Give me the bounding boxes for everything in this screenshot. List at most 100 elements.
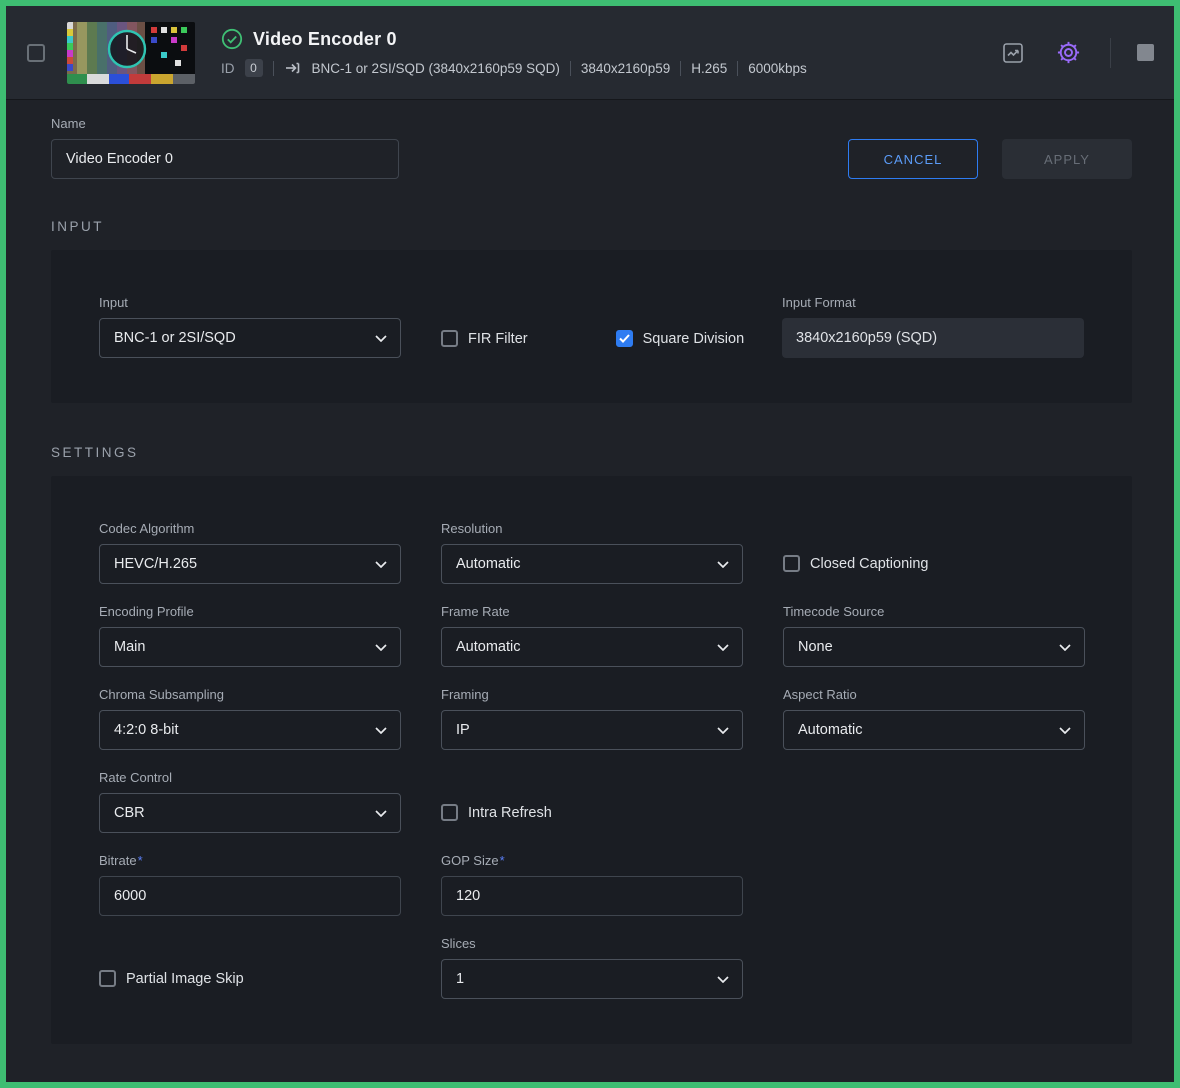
timecode-source-value: None xyxy=(798,639,833,655)
input-field-group: Input BNC-1 or 2SI/SQD xyxy=(99,295,401,358)
statistics-button[interactable] xyxy=(999,39,1027,67)
status-ok-icon xyxy=(221,28,243,50)
rate-control-select[interactable]: CBR xyxy=(99,793,401,833)
input-format-group: Input Format 3840x2160p59 (SQD) xyxy=(782,295,1084,358)
closed-captioning-checkbox[interactable]: Closed Captioning xyxy=(783,555,1085,572)
meta-divider xyxy=(737,61,738,76)
name-field-group: Name xyxy=(51,116,353,179)
rate-control-value: CBR xyxy=(114,805,145,821)
input-format-label: Input Format xyxy=(782,295,1084,310)
encoding-profile-group: Encoding Profile Main xyxy=(99,604,401,667)
resolution-label: Resolution xyxy=(441,521,743,536)
chevron-down-icon xyxy=(375,810,387,817)
bitrate-input[interactable] xyxy=(99,876,401,916)
codec-algorithm-label: Codec Algorithm xyxy=(99,521,401,536)
chevron-down-icon xyxy=(1059,727,1071,734)
chevron-down-icon xyxy=(375,561,387,568)
timecode-source-group: Timecode Source None xyxy=(783,604,1085,667)
meta-divider xyxy=(273,61,274,76)
input-section-title: INPUT xyxy=(51,219,1132,235)
framing-label: Framing xyxy=(441,687,743,702)
chevron-down-icon xyxy=(717,976,729,983)
gop-size-input[interactable] xyxy=(441,876,743,916)
encoding-profile-select[interactable]: Main xyxy=(99,627,401,667)
gear-icon xyxy=(1055,39,1082,66)
slices-label: Slices xyxy=(441,936,743,951)
encoder-title: Video Encoder 0 xyxy=(253,29,397,50)
slices-group: Slices 1 xyxy=(441,936,743,999)
rate-control-label: Rate Control xyxy=(99,770,401,785)
intra-refresh-checkbox[interactable]: Intra Refresh xyxy=(441,804,743,821)
bitrate-label: Bitrate* xyxy=(99,853,401,868)
encoder-form: Name CANCEL APPLY INPUT Input BNC-1 or 2… xyxy=(6,100,1174,1044)
required-mark: * xyxy=(138,853,143,868)
aspect-ratio-label: Aspect Ratio xyxy=(783,687,1085,702)
checkbox-box xyxy=(783,555,800,572)
partial-image-skip-checkbox[interactable]: Partial Image Skip xyxy=(99,970,401,987)
timecode-source-select[interactable]: None xyxy=(783,627,1085,667)
timecode-source-label: Timecode Source xyxy=(783,604,1085,619)
checkbox-box xyxy=(99,970,116,987)
id-label: ID xyxy=(221,61,235,76)
checkbox-box xyxy=(441,804,458,821)
partial-image-skip-cell: Partial Image Skip xyxy=(99,936,401,999)
checkbox-box xyxy=(441,330,458,347)
codec-algorithm-group: Codec Algorithm HEVC/H.265 xyxy=(99,521,401,584)
square-division-checkbox[interactable]: Square Division xyxy=(616,330,745,347)
name-input[interactable] xyxy=(51,139,399,179)
chevron-down-icon xyxy=(717,644,729,651)
partial-image-skip-label: Partial Image Skip xyxy=(126,971,244,987)
slices-select[interactable]: 1 xyxy=(441,959,743,999)
cancel-button[interactable]: CANCEL xyxy=(848,139,978,179)
resolution-select[interactable]: Automatic xyxy=(441,544,743,584)
encoder-select-checkbox[interactable] xyxy=(27,44,45,62)
encoder-meta-row: ID 0 BNC-1 or 2SI/SQD (3840x2160p59 SQD)… xyxy=(221,59,807,77)
header-divider xyxy=(1110,38,1111,68)
intra-refresh-cell: Intra Refresh xyxy=(441,770,743,833)
name-label: Name xyxy=(51,116,353,131)
meta-divider xyxy=(680,61,681,76)
settings-panel: Codec Algorithm HEVC/H.265 Resolution Au… xyxy=(51,476,1132,1044)
gop-size-label: GOP Size* xyxy=(441,853,743,868)
rate-control-group: Rate Control CBR xyxy=(99,770,401,833)
video-preview-thumbnail xyxy=(67,22,195,84)
resolution-group: Resolution Automatic xyxy=(441,521,743,584)
framing-select[interactable]: IP xyxy=(441,710,743,750)
meta-bitrate: 6000kbps xyxy=(748,61,807,76)
chevron-down-icon xyxy=(375,727,387,734)
chevron-down-icon xyxy=(375,644,387,651)
checkbox-box xyxy=(616,330,633,347)
chevron-down-icon xyxy=(375,335,387,342)
id-badge: 0 xyxy=(245,59,263,77)
chroma-subsampling-label: Chroma Subsampling xyxy=(99,687,401,702)
form-buttons: CANCEL APPLY xyxy=(848,139,1132,179)
framing-value: IP xyxy=(456,722,470,738)
input-source-icon xyxy=(284,60,302,76)
fir-filter-label: FIR Filter xyxy=(468,331,528,347)
codec-algorithm-select[interactable]: HEVC/H.265 xyxy=(99,544,401,584)
aspect-ratio-select[interactable]: Automatic xyxy=(783,710,1085,750)
chroma-subsampling-value: 4:2:0 8-bit xyxy=(114,722,179,738)
chevron-down-icon xyxy=(717,727,729,734)
frame-rate-group: Frame Rate Automatic xyxy=(441,604,743,667)
framing-group: Framing IP xyxy=(441,687,743,750)
header-actions xyxy=(999,37,1154,68)
fir-filter-checkbox[interactable]: FIR Filter xyxy=(441,330,528,347)
encoder-title-block: Video Encoder 0 ID 0 BNC-1 or 2SI/SQD (3… xyxy=(221,28,807,77)
apply-button[interactable]: APPLY xyxy=(1002,139,1132,179)
frame-rate-select[interactable]: Automatic xyxy=(441,627,743,667)
required-mark: * xyxy=(500,853,505,868)
resolution-value: Automatic xyxy=(456,556,520,572)
aspect-ratio-value: Automatic xyxy=(798,722,862,738)
frame-rate-value: Automatic xyxy=(456,639,520,655)
input-descriptor: BNC-1 or 2SI/SQD (3840x2160p59 SQD) xyxy=(312,61,560,76)
chevron-down-icon xyxy=(717,561,729,568)
meta-divider xyxy=(570,61,571,76)
input-select[interactable]: BNC-1 or 2SI/SQD xyxy=(99,318,401,358)
settings-section-title: SETTINGS xyxy=(51,445,1132,461)
status-square-icon xyxy=(1137,44,1154,61)
settings-button[interactable] xyxy=(1053,37,1084,68)
encoder-header: Video Encoder 0 ID 0 BNC-1 or 2SI/SQD (3… xyxy=(6,6,1174,100)
chroma-subsampling-select[interactable]: 4:2:0 8-bit xyxy=(99,710,401,750)
closed-captioning-cell: Closed Captioning xyxy=(783,521,1085,584)
